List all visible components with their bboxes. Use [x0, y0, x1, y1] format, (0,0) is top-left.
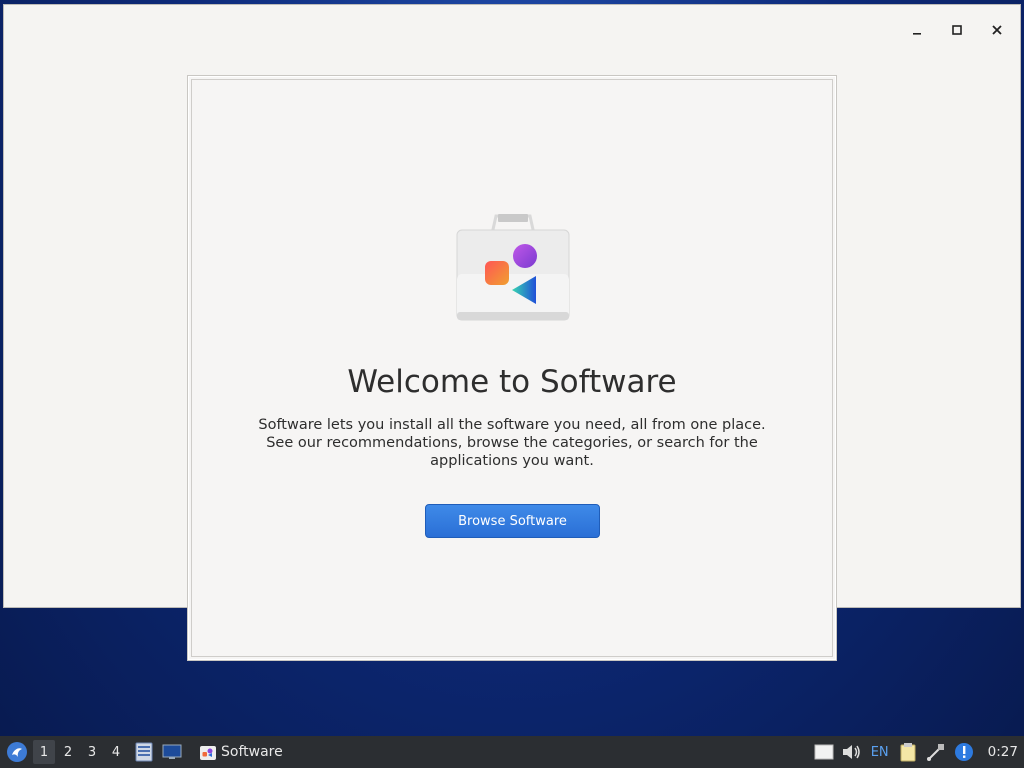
workspace-label: 1: [39, 744, 49, 760]
volume-icon[interactable]: [841, 741, 863, 763]
welcome-title: Welcome to Software: [347, 364, 677, 400]
taskbar-task-software[interactable]: Software: [193, 739, 289, 765]
start-menu-icon[interactable]: [3, 738, 31, 766]
workspace-label: 2: [63, 744, 73, 760]
welcome-description: Software lets you install all the softwa…: [258, 417, 766, 469]
workspace-2[interactable]: 2: [57, 740, 79, 764]
keyboard-language[interactable]: EN: [871, 745, 889, 760]
workspace-3[interactable]: 3: [81, 740, 103, 764]
browse-software-button[interactable]: Browse Software: [425, 504, 600, 538]
workspace-4[interactable]: 4: [105, 740, 127, 764]
system-tray: EN 0:27: [810, 736, 1024, 768]
network-icon[interactable]: [925, 741, 947, 763]
clock[interactable]: 0:27: [988, 744, 1018, 760]
workspace-label: 4: [111, 744, 121, 760]
workspace-label: 3: [87, 744, 97, 760]
software-bag-icon: [456, 214, 570, 321]
update-alert-icon[interactable]: [953, 741, 975, 763]
close-icon[interactable]: [986, 19, 1008, 41]
clipboard-icon[interactable]: [897, 741, 919, 763]
notification-panel-icon[interactable]: [813, 741, 835, 763]
software-app-icon: [200, 746, 216, 760]
minimize-icon[interactable]: [906, 19, 928, 41]
taskbar-task-label: Software: [221, 744, 283, 760]
taskbar: 1 2 3 4 Software EN 0:27: [0, 736, 1024, 768]
file-manager-icon[interactable]: [133, 741, 155, 763]
welcome-dialog-content: Welcome to Software Software lets you in…: [191, 79, 833, 657]
welcome-dialog: Welcome to Software Software lets you in…: [187, 75, 837, 661]
window-controls: [906, 19, 1008, 41]
workspace-1[interactable]: 1: [33, 740, 55, 764]
desktop-icon[interactable]: [161, 741, 183, 763]
maximize-icon[interactable]: [946, 19, 968, 41]
